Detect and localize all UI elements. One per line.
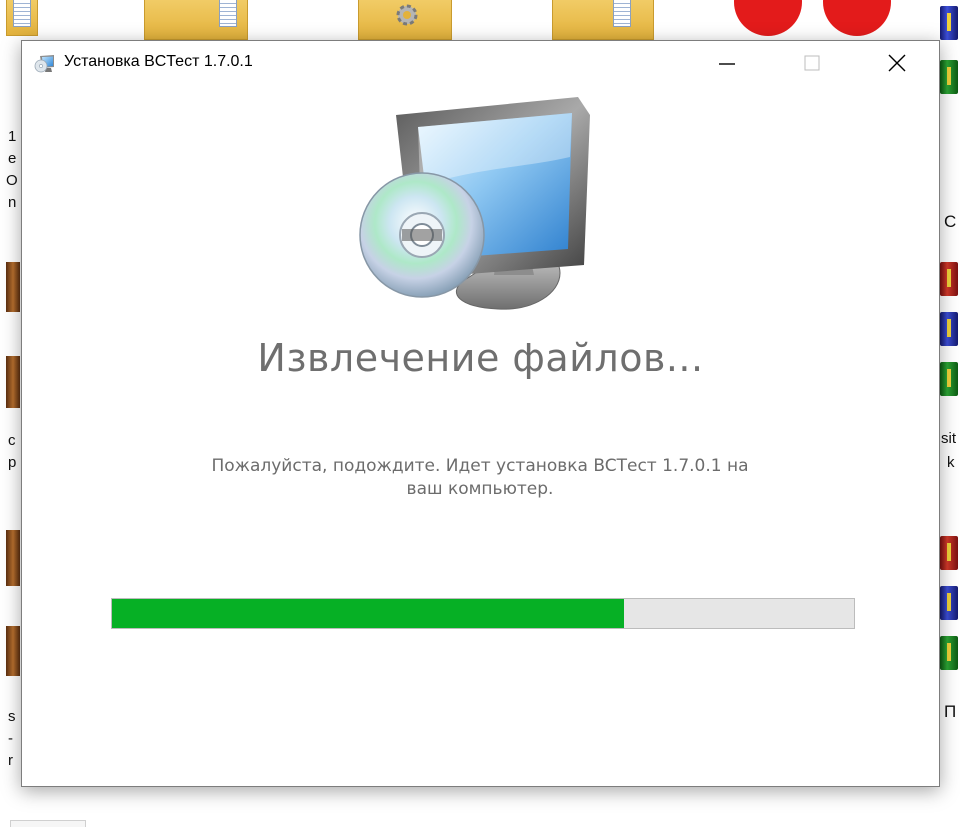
desktop-label-fragment: n [8,194,17,211]
progress-fill [112,599,624,628]
installer-icon [34,55,54,73]
close-button[interactable] [874,41,920,85]
installer-heading: Извлечение файлов... [257,336,704,380]
folder-icon[interactable] [552,0,654,40]
archive-icon[interactable] [6,356,20,408]
maximize-icon [804,55,820,71]
desktop-label-fragment: s [8,708,16,725]
desktop-label-fragment: - [8,730,13,747]
message-line: Пожалуйста, подождите. Идет установка BC… [211,456,749,476]
archive-icon[interactable] [6,262,20,312]
minimize-icon [719,63,735,65]
gear-icon [396,4,418,26]
installer-window: Установка BCТест 1.7.0.1 Извлечение файл… [21,40,940,787]
archive-icon[interactable] [6,530,20,586]
computer-cd-icon [359,97,590,310]
message-line: ваш компьютер. [406,479,554,499]
desktop-label-fragment: r [8,752,13,769]
folder-icon[interactable] [358,0,452,40]
desktop-label-fragment: c [8,432,16,449]
desktop-label-fragment: C [944,212,957,231]
desktop-label-fragment: sit [941,430,956,447]
title-bar[interactable]: Установка BCТест 1.7.0.1 [22,41,939,85]
progress-bar [111,598,855,629]
folder-icon[interactable] [6,0,38,36]
desktop-label-fragment: p [8,454,17,471]
desktop-label-fragment: k [947,454,955,471]
desktop-label-fragment: e [8,150,17,167]
folder-icon[interactable] [144,0,248,40]
desktop-label-fragment: O [6,172,18,189]
desktop-edge-tab [10,820,86,827]
desktop-label-fragment: П [944,702,957,721]
desktop-label-fragment: 1 [8,128,17,145]
window-title: Установка BCТест 1.7.0.1 [64,53,253,70]
archive-icon[interactable] [6,626,20,676]
minimize-button[interactable] [704,41,750,85]
app-icon[interactable] [730,0,895,42]
installer-message: Пожалуйста, подождите. Идет установка BC… [110,455,850,501]
close-icon [888,54,906,72]
maximize-button[interactable] [789,41,835,85]
